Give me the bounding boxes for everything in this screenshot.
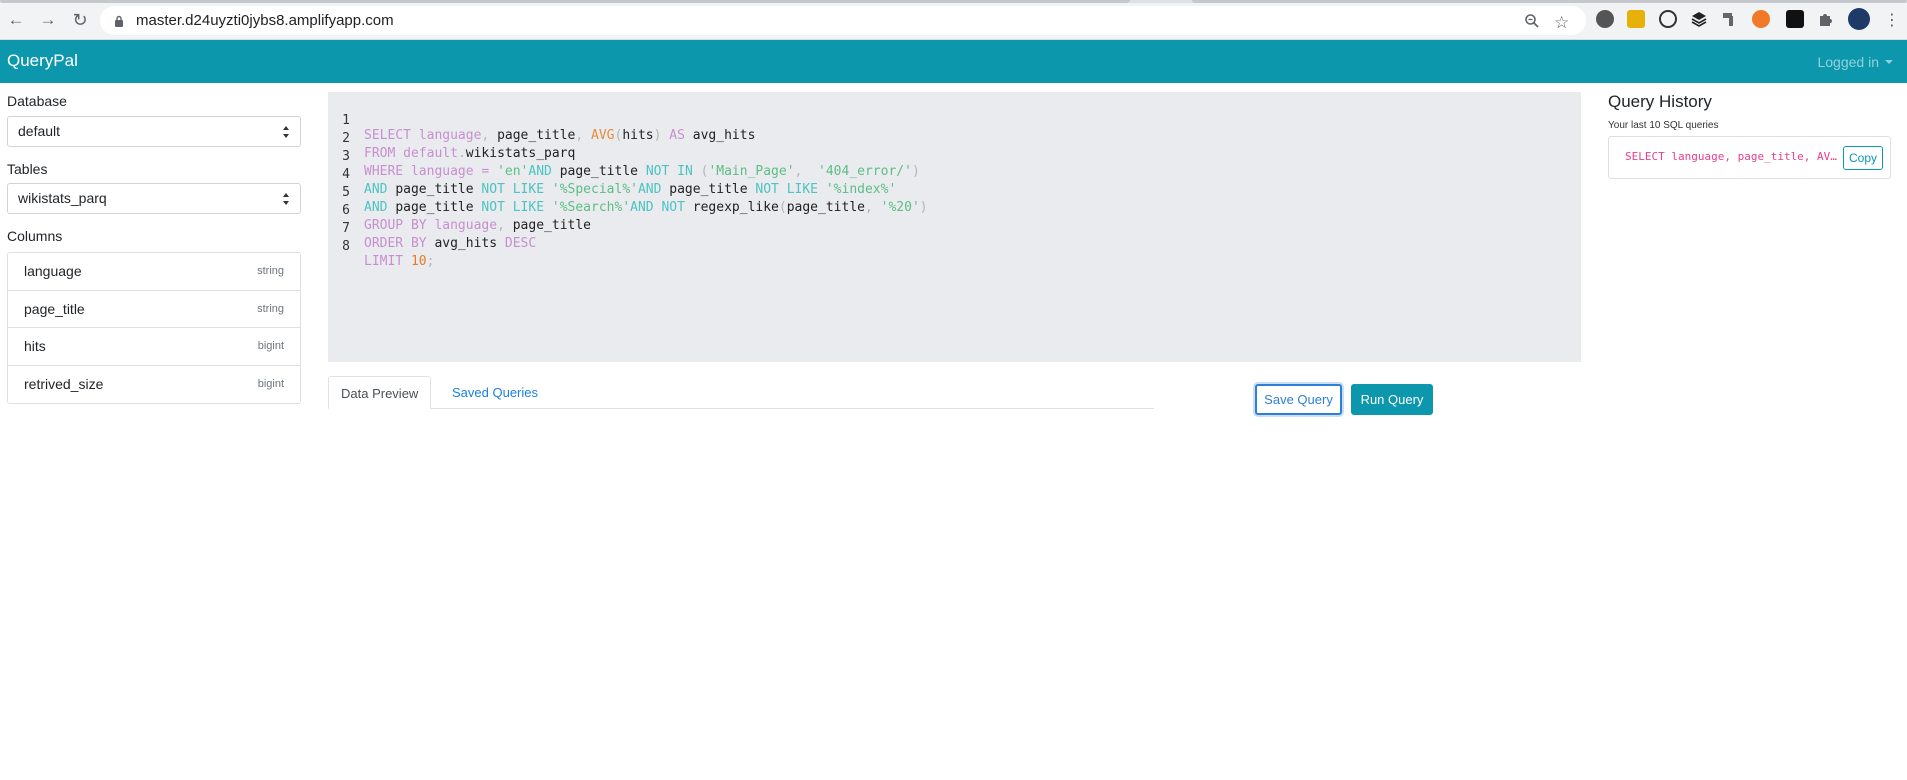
code-text: AND page_title NOT LIKE '%Special%'AND p… (364, 182, 897, 197)
save-query-button[interactable]: Save Query (1255, 384, 1342, 415)
lock-icon (114, 14, 124, 32)
extension-icon[interactable] (1659, 10, 1677, 28)
user-menu-label: Logged in (1817, 54, 1879, 70)
code-text: SELECT language, page_title, AVG(hits) A… (364, 128, 756, 143)
tab-data-preview[interactable]: Data Preview (328, 376, 432, 409)
line-number: 8 (342, 239, 350, 254)
tables-label: Tables (7, 161, 48, 177)
code-line: 1 SELECT language, page_title, AVG(hits)… (328, 98, 755, 143)
zoom-icon[interactable] (1524, 13, 1540, 34)
list-item[interactable]: retrived_size bigint (8, 366, 300, 404)
query-history-subtitle: Your last 10 SQL queries (1608, 120, 1719, 131)
extension-icon[interactable] (1627, 10, 1645, 28)
column-type: string (257, 302, 284, 315)
code-line: 4 AND page_title NOT LIKE '%Special%'AND… (328, 152, 896, 197)
select-arrows-icon (283, 193, 289, 205)
result-tabs: Data Preview Saved Queries (328, 376, 1154, 409)
copy-button[interactable]: Copy (1843, 146, 1883, 170)
sql-editor[interactable]: 1 SELECT language, page_title, AVG(hits)… (328, 92, 1581, 362)
code-line: 7 ORDER BY avg_hits DESC (328, 206, 536, 251)
column-name: hits (24, 338, 46, 355)
caret-down-icon (1885, 60, 1893, 64)
extension-icon[interactable] (1752, 10, 1770, 28)
user-menu[interactable]: Logged in (1817, 54, 1893, 70)
reload-icon[interactable]: ↻ (68, 8, 92, 32)
tables-select-value: wikistats_parq (18, 190, 107, 206)
database-select-value: default (18, 123, 61, 139)
code-line: 2 FROM default.wikistats_parq (328, 116, 575, 161)
menu-icon[interactable]: ⋮ (1880, 8, 1904, 32)
puzzle-icon[interactable] (1817, 10, 1835, 28)
back-icon[interactable]: ← (4, 8, 28, 32)
columns-label: Columns (7, 228, 63, 244)
code-text: ORDER BY avg_hits DESC (364, 236, 537, 251)
code-text: FROM default.wikistats_parq (364, 146, 576, 161)
star-icon[interactable]: ☆ (1554, 13, 1569, 33)
column-name: language (24, 263, 82, 280)
query-history-title: Query History (1608, 92, 1712, 111)
tables-select[interactable]: wikistats_parq (7, 183, 301, 214)
columns-list: language string page_title string hits b… (7, 252, 301, 404)
history-query-text[interactable]: SELECT language, page_title, AVG(hits) A… (1625, 150, 1837, 163)
browser-toolbar: ← → ↻ master.d24uyzti0jybs8.amplifyapp.c… (0, 0, 1907, 40)
code-text: AND page_title NOT LIKE '%Search%'AND NO… (364, 200, 928, 215)
address-bar[interactable]: master.d24uyzti0jybs8.amplifyapp.com ☆ (100, 6, 1586, 35)
select-arrows-icon (283, 126, 289, 138)
list-item[interactable]: page_title string (8, 291, 300, 328)
url-text: master.d24uyzti0jybs8.amplifyapp.com (136, 12, 394, 29)
code-line: 5 AND page_title NOT LIKE '%Search%'AND … (328, 170, 927, 215)
list-item[interactable]: hits bigint (8, 328, 300, 366)
run-query-button[interactable]: Run Query (1351, 384, 1433, 415)
column-type: string (257, 265, 284, 278)
brand-logo[interactable]: QueryPal (7, 51, 78, 71)
column-name: page_title (24, 300, 85, 317)
database-label: Database (7, 93, 67, 109)
column-name: retrived_size (24, 376, 104, 393)
jetbrains-icon[interactable] (1786, 10, 1804, 28)
code-text: GROUP BY language, page_title (364, 218, 592, 233)
tab-saved-queries[interactable]: Saved Queries (440, 376, 550, 409)
extension-icon[interactable] (1596, 10, 1614, 28)
history-item: SELECT language, page_title, AVG(hits) A… (1608, 136, 1891, 179)
database-select[interactable]: default (7, 116, 301, 147)
code-text: WHERE language = 'en'AND page_title NOT … (364, 164, 920, 179)
code-text: LIMIT 10; (364, 254, 435, 269)
code-line: 3 WHERE language = 'en'AND page_title NO… (328, 134, 920, 179)
avatar[interactable] (1848, 8, 1870, 30)
forward-icon[interactable]: → (36, 8, 60, 32)
column-type: bigint (257, 378, 284, 391)
extension-icon[interactable] (1721, 10, 1739, 28)
list-item[interactable]: language string (8, 253, 300, 291)
app-navbar: QueryPal Logged in (0, 40, 1907, 83)
code-line: 6 GROUP BY language, page_title (328, 188, 591, 233)
layers-icon[interactable] (1690, 10, 1708, 28)
tab-strip (0, 0, 1907, 3)
column-type: bigint (257, 340, 284, 353)
code-line: 8 LIMIT 10; (328, 224, 434, 269)
